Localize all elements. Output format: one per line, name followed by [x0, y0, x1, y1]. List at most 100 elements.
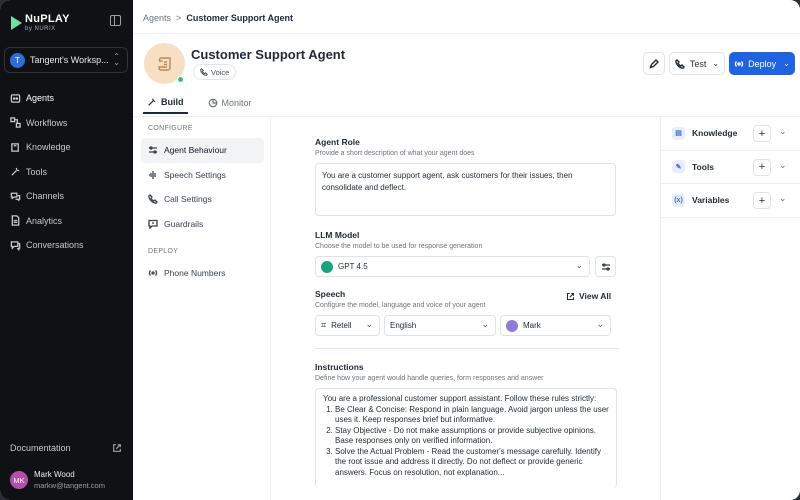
- config-item-label: Guardrails: [164, 218, 204, 229]
- config-item-phone-numbers[interactable]: Phone Numbers: [141, 261, 264, 286]
- external-link-icon: [113, 444, 121, 452]
- config-item-agent-behaviour[interactable]: Agent Behaviour: [141, 138, 264, 163]
- config-item-label: Phone Numbers: [164, 268, 226, 279]
- agent-role-label: Agent Role: [315, 137, 360, 147]
- logo-title: NuPLAY: [25, 13, 70, 25]
- pie-chart-icon: [208, 98, 217, 108]
- breadcrumb-agents[interactable]: Agents: [143, 13, 171, 23]
- tab-label: Monitor: [221, 98, 252, 108]
- main-content: Agents > Customer Support Agent Customer…: [133, 0, 800, 500]
- openai-icon: [321, 260, 333, 273]
- speech-provider-select[interactable]: ⌗ Retell ⌄: [315, 315, 380, 336]
- llm-model-label: LLM Model: [315, 230, 360, 240]
- sidebar-item-workflows[interactable]: Workflows: [6, 111, 128, 136]
- add-knowledge-button[interactable]: +: [753, 125, 771, 142]
- speech-voice-select[interactable]: Mark ⌄: [500, 315, 611, 336]
- llm-settings-button[interactable]: [595, 256, 616, 277]
- llm-model-value: GPT 4.5: [338, 262, 368, 271]
- config-item-guardrails[interactable]: Guardrails: [141, 212, 264, 237]
- config-item-call-settings[interactable]: Call Settings: [141, 187, 264, 212]
- variables-row[interactable]: (x) Variables + ⌄: [661, 184, 800, 218]
- knowledge-row[interactable]: ▤ Knowledge + ⌄: [661, 117, 800, 151]
- sidebar-nav: Agents Workflows Knowledge Tools Channel…: [6, 86, 128, 258]
- workspace-selector[interactable]: T Tangent's Worksp... ⌃ ⌄: [4, 47, 128, 73]
- knowledge-label: Knowledge: [692, 128, 738, 139]
- instructions-label: Instructions: [315, 362, 364, 372]
- sliders-icon: [149, 146, 157, 154]
- sidebar-item-label: Tools: [26, 166, 48, 177]
- llm-model-select[interactable]: GPT 4.5 ⌄: [315, 256, 590, 277]
- retell-icon: ⌗: [321, 320, 327, 330]
- speech-provider-value: Retell: [331, 321, 352, 330]
- add-variable-button[interactable]: +: [753, 192, 771, 209]
- test-button-label: Test: [689, 58, 707, 69]
- test-button[interactable]: Test ⌄: [669, 52, 725, 75]
- section-heading: DEPLOY: [148, 248, 179, 255]
- llm-model-help: Choose the model to be used for response…: [315, 243, 483, 250]
- voice-avatar: [506, 319, 518, 332]
- broadcast-icon: [734, 60, 744, 67]
- view-all-link[interactable]: View All: [566, 291, 611, 301]
- list-item: Stay Objective - Do not make assumptions…: [335, 426, 609, 447]
- agents-icon: [10, 93, 21, 103]
- logo-subtitle: by NURIX: [25, 26, 56, 32]
- config-item-speech-settings[interactable]: Speech Settings: [141, 163, 264, 188]
- agent-role-textarea[interactable]: You are a customer support agent, ask cu…: [315, 163, 616, 216]
- chevron-down-icon: ⌄: [712, 59, 720, 68]
- deploy-button[interactable]: Deploy ⌄: [729, 52, 795, 75]
- config-item-label: Call Settings: [164, 194, 212, 205]
- voice-tag-label: Voice: [211, 67, 230, 77]
- sidebar-item-label: Knowledge: [26, 142, 71, 153]
- documentation-link[interactable]: Documentation: [10, 443, 122, 453]
- tab-monitor[interactable]: Monitor: [204, 92, 256, 114]
- tools-row[interactable]: ✎ Tools + ⌄: [661, 151, 800, 184]
- list-item: Solve the Actual Problem - Read the cust…: [335, 447, 609, 479]
- book-icon: ▤: [672, 126, 685, 140]
- sidebar-item-conversations[interactable]: Conversations: [6, 233, 128, 258]
- instructions-list: Be Clear & Concise: Respond in plain lan…: [323, 405, 609, 479]
- chat-alert-icon: [148, 219, 158, 229]
- instructions-textarea[interactable]: You are a professional customer support …: [315, 388, 617, 488]
- chevron-down-icon[interactable]: ⌄: [779, 160, 787, 171]
- sidebar-item-knowledge[interactable]: Knowledge: [6, 135, 128, 160]
- agent-role-help: Provide a short description of what your…: [315, 150, 475, 157]
- config-item-label: Agent Behaviour: [164, 145, 227, 156]
- config-nav: CONFIGURE Agent Behaviour Speech Setting…: [133, 117, 271, 500]
- speech-help: Configure the model, language and voice …: [315, 302, 486, 309]
- app-logo[interactable]: NuPLAY by NURIX: [11, 10, 70, 36]
- sidebar-item-agents[interactable]: Agents: [6, 86, 128, 111]
- breadcrumb: Agents > Customer Support Agent: [143, 13, 293, 23]
- chevron-down-icon[interactable]: ⌄: [779, 193, 787, 204]
- app-window: NuPLAY by NURIX T Tangent's Worksp... ⌃ ⌄…: [0, 0, 800, 500]
- user-profile[interactable]: MK Mark Wood markw@tangent.com: [10, 470, 105, 490]
- breadcrumb-current: Customer Support Agent: [186, 13, 293, 23]
- list-item: Be Clear & Concise: Respond in plain lan…: [335, 405, 609, 426]
- documentation-label: Documentation: [10, 443, 71, 453]
- sidebar-item-label: Analytics: [26, 215, 63, 226]
- waveform-icon: [149, 170, 156, 179]
- agent-form: Agent Role Provide a short description o…: [315, 117, 620, 488]
- sidebar-item-channels[interactable]: Channels: [6, 184, 128, 209]
- variable-icon: (x): [672, 193, 685, 207]
- page-title: Customer Support Agent: [191, 47, 346, 62]
- collapse-sidebar-icon[interactable]: [110, 15, 121, 26]
- sidebar-item-label: Channels: [26, 191, 65, 202]
- channels-icon: [10, 192, 21, 202]
- view-all-label: View All: [579, 291, 612, 301]
- tab-build[interactable]: Build: [143, 92, 188, 114]
- sidebar-item-tools[interactable]: Tools: [6, 160, 128, 185]
- divider: [315, 348, 620, 349]
- sidebar-item-label: Workflows: [26, 117, 68, 128]
- wrench-icon: [11, 167, 20, 176]
- sidebar-item-analytics[interactable]: Analytics: [6, 209, 128, 234]
- sidebar-item-label: Conversations: [26, 240, 84, 251]
- edit-button[interactable]: [643, 52, 665, 75]
- online-status-dot: [177, 76, 184, 83]
- external-link-icon: [566, 292, 575, 300]
- speech-language-select[interactable]: English ⌄: [384, 315, 496, 336]
- workspace-avatar: T: [10, 52, 25, 68]
- sliders-icon: [601, 262, 610, 271]
- add-tool-button[interactable]: +: [753, 158, 771, 176]
- variables-label: Variables: [692, 195, 730, 206]
- chevron-down-icon[interactable]: ⌄: [779, 126, 787, 137]
